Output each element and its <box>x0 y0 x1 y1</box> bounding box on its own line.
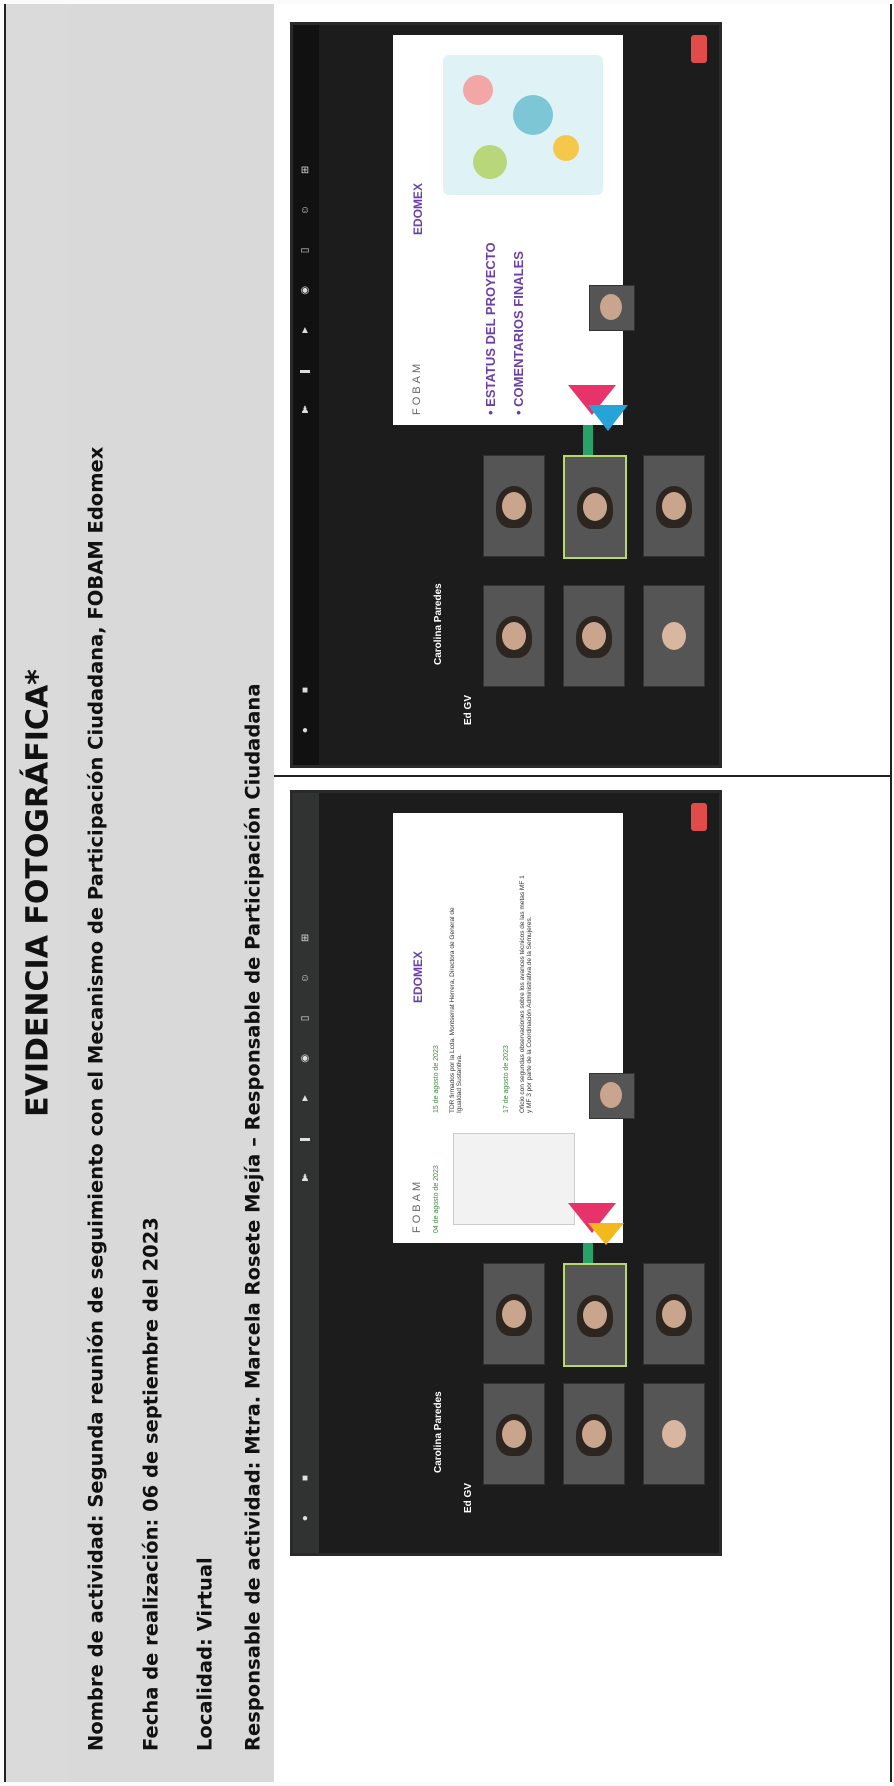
evidence-sheet: EVIDENCIA FOTOGRÁFICA* Nombre de activid… <box>0 0 894 1786</box>
mic-icon: ● <box>301 725 309 736</box>
self-view-tile <box>589 1073 635 1119</box>
slide-brand: EDOMEX <box>411 950 425 1003</box>
participant-tile <box>483 1263 545 1365</box>
brand-chevron <box>588 405 628 431</box>
slide-bullet-1: • ESTATUS DEL PROYECTO <box>483 242 498 415</box>
responsible-row: Responsable de actividad: Mtra. Marcela … <box>232 4 276 1782</box>
meeting-screenshot-notes: ● ■ ♟ ▬ ▲ ◉ ▭ ☺ ⊞ FOBAM EDOMEX 04 de ago… <box>290 790 722 1556</box>
participant-tile <box>483 1383 545 1485</box>
date-row: Fecha de realización: 06 de septiembre d… <box>124 4 180 1782</box>
host-name: Ed GV <box>463 1482 474 1513</box>
participants-icon: ♟ <box>300 405 310 416</box>
meeting-toolbar: ● ■ ♟ ▬ ▲ ◉ ▭ ☺ ⊞ <box>293 25 319 765</box>
activity-row: Nombre de actividad: Segunda reunión de … <box>68 4 126 1782</box>
page-title: EVIDENCIA FOTOGRÁFICA* <box>20 669 56 1117</box>
participant-tile <box>643 585 705 687</box>
participant-tile <box>483 455 545 557</box>
presenter-name: Carolina Paredes <box>433 1391 444 1473</box>
photo-divider <box>274 775 890 777</box>
participant-tile <box>563 585 625 687</box>
leave-button[interactable] <box>691 803 707 831</box>
self-view-tile <box>589 285 635 331</box>
participant-tile-active <box>563 1263 627 1367</box>
slide-header: FOBAM <box>411 1178 423 1233</box>
document-thumbnail <box>453 1133 575 1225</box>
chat-icon: ▬ <box>300 365 310 376</box>
responsible: Responsable de actividad: Mtra. Marcela … <box>241 683 265 1751</box>
slide-date: 04 de agosto de 2023 <box>433 1165 440 1233</box>
brand-chevron <box>588 1223 624 1245</box>
team-illustration <box>443 55 603 195</box>
location: Localidad: Virtual <box>193 1557 217 1751</box>
meeting-screenshot-status: ● ■ ♟ ▬ ▲ ◉ ▭ ☺ ⊞ FOBAM EDOMEX • ESTATUS… <box>290 22 722 768</box>
realization-date: Fecha de realización: 06 de septiembre d… <box>139 1217 163 1751</box>
share-screen-icon: ▲ <box>300 325 310 336</box>
host-name: Ed GV <box>463 694 474 725</box>
participant-tile <box>643 455 705 557</box>
slide-brand: EDOMEX <box>411 182 425 235</box>
slide-header: FOBAM <box>411 360 423 415</box>
captions-icon: ▭ <box>300 245 310 256</box>
shared-slide: FOBAM EDOMEX • ESTATUS DEL PROYECTO • CO… <box>393 35 628 431</box>
location-row: Localidad: Virtual <box>178 4 234 1782</box>
os-taskbar <box>293 793 319 1553</box>
note-1-text: TDR firmados por la Lcda. Montserrat Her… <box>449 907 463 1113</box>
participant-tile-active <box>563 455 627 559</box>
activity-name: Nombre de actividad: Segunda reunión de … <box>84 446 108 1751</box>
reactions-icon: ☺ <box>299 205 311 216</box>
participant-tile <box>483 585 545 687</box>
note-1-date: 15 de agosto de 2023 <box>433 1045 440 1113</box>
video-icon: ■ <box>301 685 309 696</box>
leave-button[interactable] <box>691 35 707 63</box>
apps-icon: ⊞ <box>300 165 310 176</box>
title-cell: EVIDENCIA FOTOGRÁFICA* <box>4 4 72 1782</box>
shared-slide: FOBAM EDOMEX 04 de agosto de 2023 15 de … <box>393 813 624 1245</box>
note-2-text: Oficio con segundas observaciones sobre … <box>519 875 533 1113</box>
slide-bullet-2: • COMENTARIOS FINALES <box>511 251 526 415</box>
participant-tile <box>563 1383 625 1485</box>
note-2-date: 17 de agosto de 2023 <box>503 1045 510 1113</box>
presenter-name: Carolina Paredes <box>433 583 444 665</box>
record-icon: ◉ <box>300 285 310 296</box>
participant-tile <box>643 1383 705 1485</box>
participant-tile <box>643 1263 705 1365</box>
